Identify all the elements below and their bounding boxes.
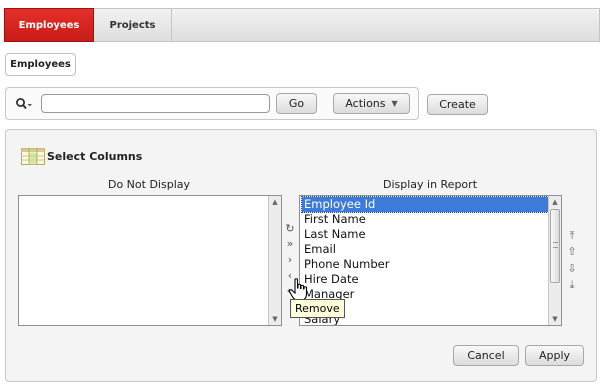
list-item[interactable]: Phone Number bbox=[302, 257, 548, 272]
scrollbar[interactable]: ▲ ▼ bbox=[268, 196, 281, 325]
tab-employees[interactable]: Employees bbox=[4, 8, 94, 42]
list-item[interactable]: Hire Date bbox=[302, 272, 548, 287]
scroll-up-icon[interactable]: ▲ bbox=[269, 196, 281, 208]
scroll-down-icon[interactable]: ▼ bbox=[269, 313, 281, 325]
tab-bar: Employees Projects bbox=[4, 8, 600, 42]
breadcrumb[interactable]: Employees bbox=[5, 53, 76, 76]
list-item[interactable]: First Name bbox=[302, 212, 548, 227]
scroll-up-icon[interactable]: ▲ bbox=[549, 196, 561, 208]
table-columns-icon bbox=[21, 148, 45, 165]
actions-button[interactable]: Actions ▼ bbox=[333, 93, 410, 114]
move-icon[interactable]: › bbox=[283, 253, 297, 266]
remove-tooltip: Remove bbox=[290, 299, 345, 318]
move-bottom-icon[interactable]: ⤓ bbox=[565, 277, 579, 291]
move-top-icon[interactable]: ⤒ bbox=[565, 228, 579, 242]
move-all-icon[interactable]: » bbox=[283, 237, 297, 250]
display-in-report-heading: Display in Report bbox=[382, 178, 478, 191]
panel-title: Select Columns bbox=[47, 150, 143, 163]
move-up-icon[interactable]: ⇧ bbox=[565, 244, 579, 258]
move-down-icon[interactable]: ⇩ bbox=[565, 261, 579, 275]
chevron-down-icon: ▼ bbox=[391, 99, 398, 108]
do-not-display-list[interactable]: ▲ ▼ bbox=[18, 195, 282, 326]
do-not-display-heading: Do Not Display bbox=[107, 178, 190, 191]
select-columns-panel: Select Columns Do Not Display Display in… bbox=[5, 129, 597, 382]
reset-icon[interactable]: ↻ bbox=[283, 222, 297, 235]
search-region: Go Actions ▼ bbox=[5, 87, 419, 120]
tab-projects[interactable]: Projects bbox=[94, 8, 172, 42]
search-icon[interactable] bbox=[15, 97, 33, 111]
go-button[interactable]: Go bbox=[276, 93, 317, 114]
scrollbar[interactable]: ▲ ▼ bbox=[548, 196, 561, 325]
create-button[interactable]: Create bbox=[427, 94, 488, 115]
scroll-down-icon[interactable]: ▼ bbox=[549, 313, 561, 325]
apply-button[interactable]: Apply bbox=[525, 345, 584, 366]
cancel-button[interactable]: Cancel bbox=[453, 345, 519, 366]
list-item[interactable]: Email bbox=[302, 242, 548, 257]
scroll-thumb[interactable] bbox=[550, 209, 560, 283]
actions-label: Actions bbox=[345, 97, 386, 110]
search-input[interactable] bbox=[41, 94, 270, 113]
list-item[interactable]: Employee Id bbox=[301, 196, 549, 213]
list-item[interactable]: Last Name bbox=[302, 227, 548, 242]
